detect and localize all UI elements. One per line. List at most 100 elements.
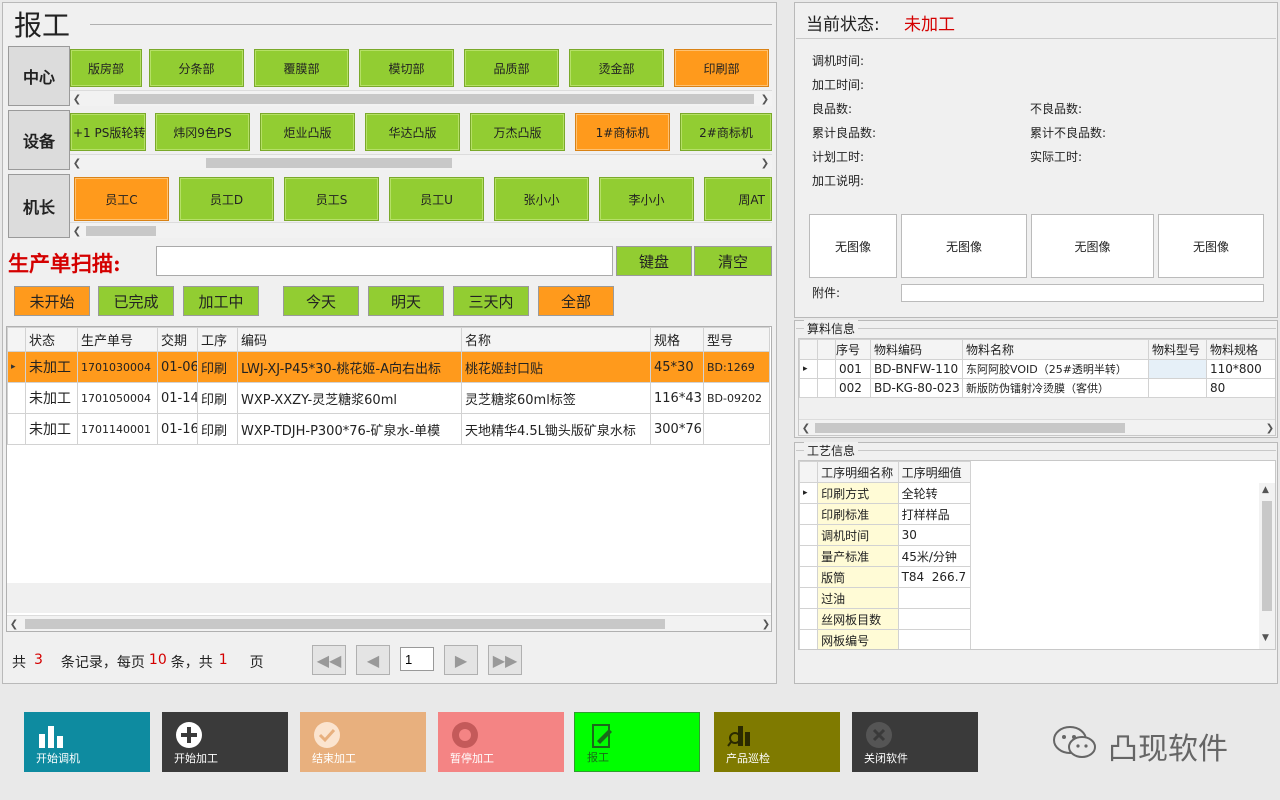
column-header[interactable]: 工序 [197, 327, 238, 352]
page-number-input[interactable] [400, 647, 434, 671]
column-header[interactable]: 名称 [461, 327, 651, 352]
materials-border [796, 328, 1276, 329]
device-button[interactable]: 万杰凸版 [470, 113, 565, 151]
next-page-icon[interactable]: ▶ [444, 645, 478, 675]
device-button[interactable]: 2#商标机 [680, 113, 772, 151]
materials-scrollbar[interactable]: ❮ ❯ [799, 419, 1275, 435]
center-button[interactable]: 分条部 [149, 49, 244, 87]
pause-process-button[interactable]: 暂停加工 [438, 712, 564, 772]
scroll-right-icon[interactable]: ❯ [758, 91, 772, 106]
filter-completed[interactable]: 已完成 [98, 286, 174, 316]
scroll-thumb[interactable] [86, 226, 156, 236]
column-header[interactable]: 生产单号 [77, 327, 158, 352]
scroll-left-icon[interactable]: ❮ [70, 91, 84, 106]
center-button[interactable]: 模切部 [359, 49, 454, 87]
table-row[interactable]: 印刷标准 打样样品 [799, 503, 972, 525]
center-button[interactable]: 覆膜部 [254, 49, 349, 87]
table-row[interactable]: 丝网板目数 [799, 608, 972, 630]
prev-page-icon[interactable]: ◀ [356, 645, 390, 675]
column-header[interactable]: 规格 [650, 327, 704, 352]
filter-all[interactable]: 全部 [538, 286, 614, 316]
column-header[interactable]: 物料规格 [1206, 339, 1275, 360]
center-button[interactable]: 品质部 [464, 49, 559, 87]
image-placeholder[interactable]: 无图像 [1158, 214, 1264, 278]
operator-button[interactable]: 张小小 [494, 177, 589, 221]
scroll-thumb[interactable] [25, 619, 665, 629]
table-row[interactable]: ▸ 001 BD-BNFW-110 东阿阿胶VOID（25#透明半转） 110*… [799, 359, 1275, 379]
image-placeholder[interactable]: 无图像 [901, 214, 1027, 278]
device-button[interactable]: 炬业凸版 [260, 113, 355, 151]
end-process-button[interactable]: 结束加工 [300, 712, 426, 772]
device-scrollbar[interactable]: ❮ ❯ [70, 154, 772, 170]
center-button[interactable]: 版房部 [70, 49, 142, 87]
first-page-icon[interactable]: ◀◀ [312, 645, 346, 675]
orders-scrollbar[interactable]: ❮ ❯ [7, 615, 771, 631]
column-header[interactable]: 工序明细值 [897, 461, 972, 483]
process-vscrollbar[interactable]: ▲ ▼ [1259, 483, 1275, 649]
scroll-left-icon[interactable]: ❮ [70, 223, 84, 238]
scroll-right-icon[interactable]: ❯ [758, 155, 772, 170]
table-row[interactable]: 未加工 1701050004 01-14 印刷 WXP-XXZY-灵芝糖浆60m… [7, 382, 770, 414]
filter-three-days[interactable]: 三天内 [453, 286, 529, 316]
device-button[interactable]: +1 PS版轮转 [70, 113, 146, 151]
attachment-field[interactable] [901, 284, 1264, 302]
column-header[interactable]: 序号 [835, 339, 871, 360]
scroll-right-icon[interactable]: ❯ [759, 616, 771, 631]
table-row[interactable]: 量产标准 45米/分钟 [799, 545, 972, 567]
filter-today[interactable]: 今天 [283, 286, 359, 316]
table-row[interactable]: ▸ 未加工 1701030004 01-06 印刷 LWJ-XJ-P45*30-… [7, 351, 770, 383]
column-header[interactable]: 工序明细名称 [817, 461, 899, 483]
operator-button[interactable]: 员工S [284, 177, 379, 221]
column-header[interactable]: 物料名称 [962, 339, 1149, 360]
scan-input[interactable] [156, 246, 613, 276]
operator-button[interactable]: 员工D [179, 177, 274, 221]
operator-button[interactable]: 员工U [389, 177, 484, 221]
table-row[interactable]: 002 BD-KG-80-023 新版防伪镭射冷烫膜（客供） 80 [799, 378, 1275, 398]
image-placeholder[interactable]: 无图像 [809, 214, 897, 278]
filter-not-started[interactable]: 未开始 [14, 286, 90, 316]
operator-button[interactable]: 员工C [74, 177, 169, 221]
table-row[interactable]: 网板编号 [799, 629, 972, 649]
column-header[interactable]: 状态 [25, 327, 78, 352]
filter-processing[interactable]: 加工中 [183, 286, 259, 316]
scroll-up-icon[interactable]: ▲ [1262, 485, 1269, 495]
device-button[interactable]: 1#商标机 [575, 113, 670, 151]
column-header[interactable]: 编码 [237, 327, 462, 352]
table-row[interactable]: 版筒 T84 266.7 [799, 566, 972, 588]
center-button[interactable]: 印刷部 [674, 49, 769, 87]
scroll-thumb[interactable] [1262, 501, 1272, 611]
table-row[interactable]: 未加工 1701140001 01-16 印刷 WXP-TDJH-P300*76… [7, 413, 770, 445]
operator-scrollbar[interactable]: ❮ [70, 222, 772, 238]
column-header[interactable]: 型号 [703, 327, 770, 352]
table-row[interactable]: ▸ 印刷方式 全轮转 [799, 482, 972, 504]
device-button[interactable]: 华达凸版 [365, 113, 460, 151]
operator-button[interactable]: 李小小 [599, 177, 694, 221]
report-work-button[interactable]: 报工 [574, 712, 700, 772]
table-row[interactable]: 调机时间 30 [799, 524, 972, 546]
column-header[interactable]: 物料型号 [1148, 339, 1207, 360]
last-page-icon[interactable]: ▶▶ [488, 645, 522, 675]
scroll-left-icon[interactable]: ❮ [799, 420, 813, 435]
column-header[interactable]: 交期 [157, 327, 198, 352]
keyboard-button[interactable]: 键盘 [616, 246, 692, 276]
start-process-button[interactable]: 开始加工 [162, 712, 288, 772]
device-button[interactable]: 炜冈9色PS [155, 113, 250, 151]
scroll-left-icon[interactable]: ❮ [70, 155, 84, 170]
inspect-button[interactable]: 产品巡检 [714, 712, 840, 772]
center-button[interactable]: 烫金部 [569, 49, 664, 87]
table-row[interactable]: 过油 [799, 587, 972, 609]
scroll-right-icon[interactable]: ❯ [1263, 420, 1275, 435]
column-header[interactable]: 物料编码 [870, 339, 963, 360]
start-setup-button[interactable]: 开始调机 [24, 712, 150, 772]
scroll-thumb[interactable] [114, 94, 754, 104]
clear-button[interactable]: 清空 [694, 246, 772, 276]
scroll-thumb[interactable] [206, 158, 452, 168]
scroll-left-icon[interactable]: ❮ [7, 616, 21, 631]
operator-button[interactable]: 周AT [704, 177, 772, 221]
filter-tomorrow[interactable]: 明天 [368, 286, 444, 316]
scroll-down-icon[interactable]: ▼ [1262, 633, 1269, 643]
close-software-button[interactable]: 关闭软件 [852, 712, 978, 772]
center-scrollbar[interactable]: ❮ ❯ [70, 90, 772, 106]
image-placeholder[interactable]: 无图像 [1031, 214, 1154, 278]
scroll-thumb[interactable] [815, 423, 1125, 433]
